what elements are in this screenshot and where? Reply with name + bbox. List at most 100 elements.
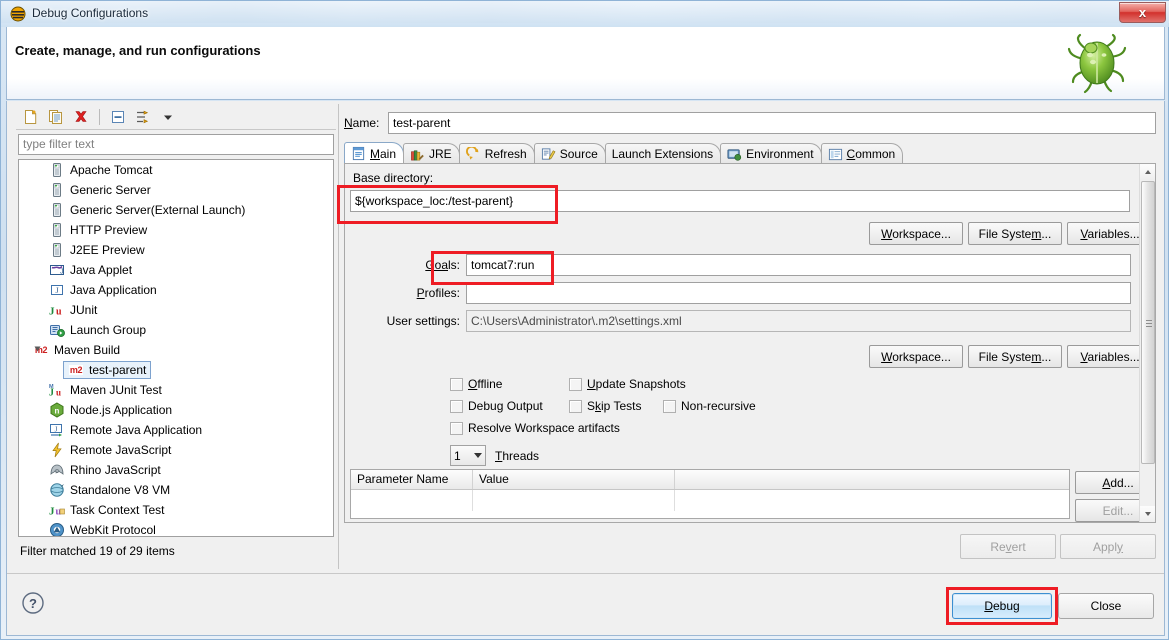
webkit-icon [49, 522, 65, 536]
tree-item-maven-junit-test[interactable]: M J u Maven JUnit Test [19, 380, 333, 400]
name-label: Name: [344, 116, 380, 130]
panel-divider[interactable] [338, 104, 339, 569]
jre-tab-icon [410, 147, 425, 162]
checkbox-box[interactable] [569, 399, 582, 413]
profiles-input[interactable] [466, 282, 1131, 304]
launch-group-icon [49, 322, 65, 338]
tree-item-http-preview[interactable]: HTTP Preview [19, 220, 333, 240]
tree-item-standalone-v8-vm[interactable]: Standalone V8 VM [19, 480, 333, 500]
tree-item-junit[interactable]: J u JUnit [19, 300, 333, 320]
scrollbar-grip-icon [1146, 319, 1152, 327]
checkbox-box[interactable] [450, 377, 463, 391]
tree-item-webkit-protocol[interactable]: WebKit Protocol [19, 520, 333, 536]
table-row[interactable] [351, 490, 1069, 511]
scroll-down-arrow-icon[interactable] [1140, 506, 1155, 522]
page-title: Create, manage, and run configurations [15, 43, 261, 58]
tree-item-label: HTTP Preview [70, 223, 148, 237]
tree-item-maven-build[interactable]: m2 Maven Build [19, 340, 333, 360]
base-directory-input[interactable]: ${workspace_loc:/test-parent} [350, 190, 1130, 212]
tab-label: Refresh [484, 147, 527, 161]
tree-item-j2ee-preview[interactable]: J2EE Preview [19, 240, 333, 260]
tree-item-test-parent[interactable]: m2 test-parent [19, 360, 333, 380]
user-settings-filesystem-button[interactable]: File System... [968, 345, 1062, 368]
tree-item-remote-java-application[interactable]: J Remote Java Application [19, 420, 333, 440]
tree-item-label: Maven JUnit Test [70, 383, 162, 397]
form-vertical-scrollbar[interactable] [1139, 164, 1155, 522]
svg-text:?: ? [29, 596, 37, 611]
tab-main[interactable]: Main [344, 142, 405, 164]
tree-item-launch-group[interactable]: Launch Group [19, 320, 333, 340]
launch-configuration-tree-panel: type filter text Apache Tomcat Generic S… [16, 104, 336, 569]
tree-item-generic-server-external-launch[interactable]: Generic Server(External Launch) [19, 200, 333, 220]
eclipse-debug-icon [10, 6, 26, 22]
tab-launch-extensions[interactable]: Launch Extensions [604, 143, 722, 164]
tree-item-apache-tomcat[interactable]: Apache Tomcat [19, 160, 333, 180]
tab-source[interactable]: Source [533, 143, 606, 164]
tree-toolbar [16, 104, 336, 130]
column-filler [675, 470, 1069, 489]
debug-button[interactable]: Debug [952, 593, 1052, 619]
refresh-tab-icon [465, 146, 481, 162]
checkbox-debug-output[interactable]: Debug Output [450, 399, 543, 413]
tree-item-java-applet[interactable]: J Java Applet [19, 260, 333, 280]
parameters-table[interactable]: Parameter Name Value [350, 469, 1070, 519]
tree-item-remote-javascript[interactable]: Remote JavaScript [19, 440, 333, 460]
dialog-body: type filter text Apache Tomcat Generic S… [6, 101, 1165, 636]
new-launch-configuration-icon[interactable] [20, 106, 42, 128]
threads-dropdown[interactable]: 1 [450, 445, 486, 466]
revert-button[interactable]: Revert [960, 534, 1056, 559]
expander-triangle-icon[interactable] [34, 346, 41, 352]
tree-filter-input[interactable]: type filter text [18, 134, 334, 155]
tab-jre[interactable]: JRE [403, 143, 460, 164]
checkbox-update-snapshots[interactable]: Update Snapshots [569, 377, 686, 391]
tree-item-task-context-test[interactable]: J u Task Context Test [19, 500, 333, 520]
svg-text:J: J [60, 269, 64, 276]
tree-item-rhino-javascript[interactable]: js Rhino JavaScript [19, 460, 333, 480]
checkbox-box[interactable] [663, 399, 676, 413]
maven-junit-icon: M J u [49, 382, 65, 398]
delete-configuration-icon[interactable] [70, 106, 92, 128]
filter-icon[interactable] [132, 106, 154, 128]
checkbox-resolve-workspace-artifacts[interactable]: Resolve Workspace artifacts [450, 421, 620, 435]
duplicate-configuration-icon[interactable] [45, 106, 67, 128]
server-icon [49, 222, 65, 238]
tab-environment[interactable]: Environment [720, 143, 822, 164]
base-dir-workspace-button[interactable]: Workspace... [869, 222, 963, 245]
tree-item-label: Launch Group [70, 323, 147, 337]
rhino-icon: js [49, 462, 65, 478]
name-row: Name: test-parent [344, 112, 1156, 134]
checkbox-box[interactable] [450, 399, 463, 413]
tree-item-label: Standalone V8 VM [70, 483, 171, 497]
checkbox-box[interactable] [569, 377, 582, 391]
tab-label: Environment [746, 147, 814, 161]
close-dialog-button[interactable]: Close [1058, 593, 1154, 619]
checkbox-skip-tests[interactable]: Skip Tests [569, 399, 641, 413]
name-input[interactable]: test-parent [388, 112, 1156, 134]
checkbox-non-recursive[interactable]: Non-recursive [663, 399, 756, 413]
goals-input[interactable]: tomcat7:run [466, 254, 1131, 276]
scrollbar-thumb[interactable] [1141, 181, 1155, 464]
tab-common[interactable]: Common [820, 143, 904, 164]
collapse-all-icon[interactable] [107, 106, 129, 128]
tree-item-node-js-application[interactable]: n Node.js Application [19, 400, 333, 420]
apply-button[interactable]: Apply [1060, 534, 1156, 559]
tab-refresh[interactable]: Refresh [458, 143, 535, 164]
checkbox-offline[interactable]: Offline [450, 377, 502, 391]
tree-item-label: Remote Java Application [70, 423, 203, 437]
window-close-button[interactable]: x [1119, 2, 1166, 23]
tab-label: Main [370, 146, 397, 161]
scroll-up-arrow-icon[interactable] [1140, 164, 1155, 180]
user-settings-workspace-button[interactable]: Workspace... [869, 345, 963, 368]
view-menu-chevron-down-icon[interactable] [157, 106, 179, 128]
user-settings-input[interactable]: C:\Users\Administrator\.m2\settings.xml [466, 310, 1131, 332]
help-question-icon[interactable]: ? [21, 591, 45, 615]
base-dir-filesystem-button[interactable]: File System... [968, 222, 1062, 245]
tree-item-label: Remote JavaScript [70, 443, 172, 457]
tree-item-java-application[interactable]: J Java Application [19, 280, 333, 300]
svg-text:js: js [55, 470, 59, 474]
tree-item-label: Java Applet [70, 263, 133, 277]
launch-configuration-tree[interactable]: Apache Tomcat Generic Server Generic Ser… [18, 159, 334, 537]
svg-text:J: J [49, 388, 54, 399]
tree-item-generic-server[interactable]: Generic Server [19, 180, 333, 200]
checkbox-box[interactable] [450, 421, 463, 435]
